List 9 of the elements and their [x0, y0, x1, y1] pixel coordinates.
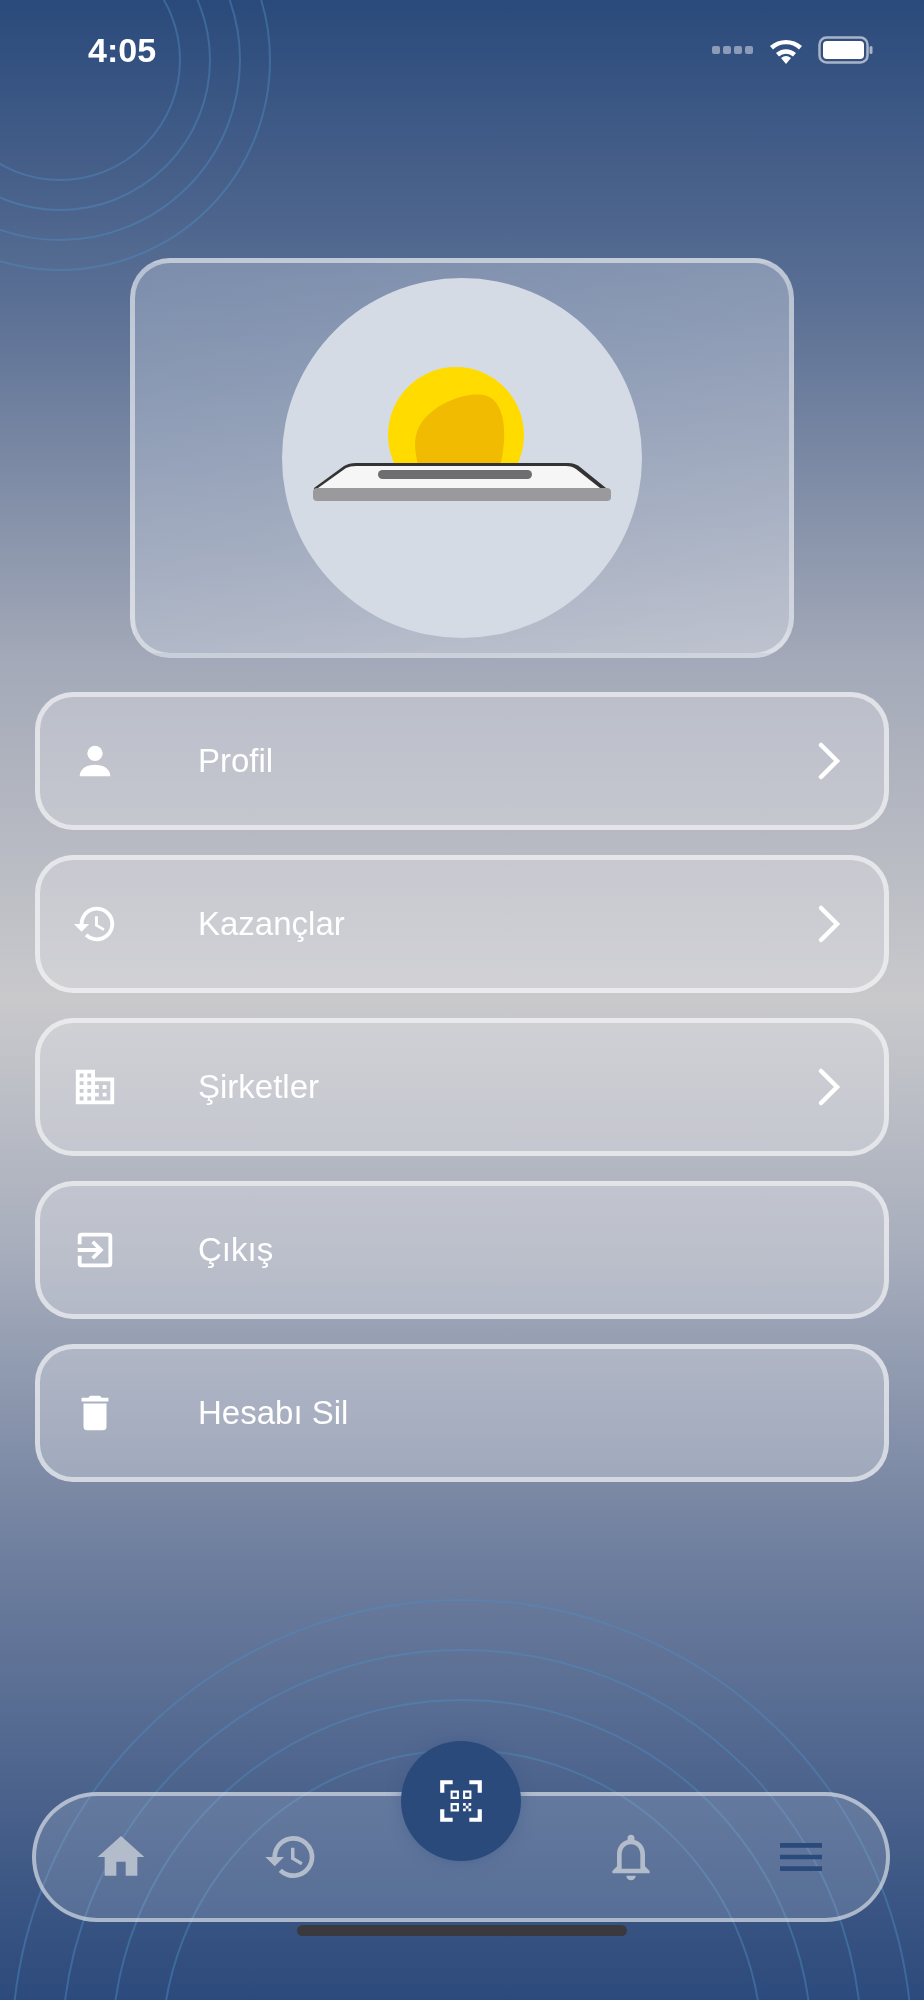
menu-label: Profil: [198, 742, 275, 780]
signal-icon: [712, 45, 754, 55]
menu-label: Hesabı Sil: [198, 1394, 350, 1432]
status-time: 4:05: [88, 30, 157, 70]
menu-item[interactable]: Hesabı Sil: [35, 1344, 889, 1482]
battery-icon: [818, 36, 874, 64]
menu-label: Çıkış: [198, 1231, 275, 1269]
menu-item[interactable]: Çıkış: [35, 1181, 889, 1319]
menu-item[interactable]: Profil: [35, 692, 889, 830]
